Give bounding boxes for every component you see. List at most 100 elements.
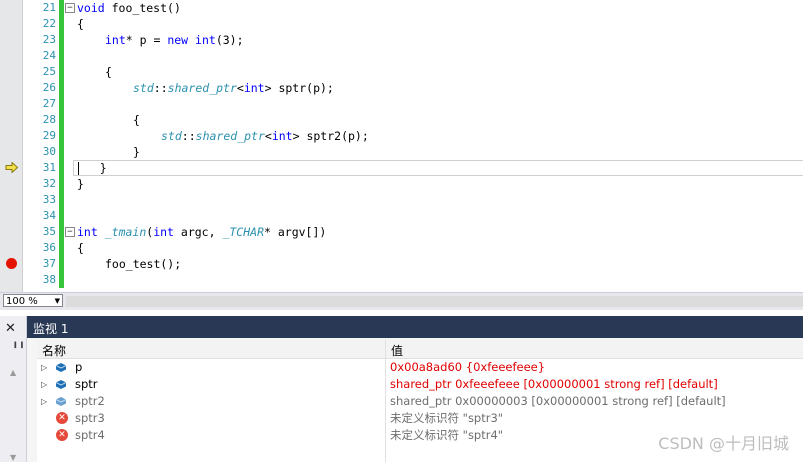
code-line[interactable]: 28 {	[23, 112, 803, 128]
change-indicator	[59, 192, 64, 208]
code-line[interactable]: 24	[23, 48, 803, 64]
chevron-down-icon: ▼	[54, 297, 60, 305]
code-token: <	[264, 129, 272, 143]
watch-row[interactable]: ▷ p 0x00a8ad60 {0xfeeefeee}	[37, 359, 803, 376]
code-token: > sptr(p);	[264, 81, 334, 95]
code-token: }	[133, 145, 140, 159]
code-text[interactable]: }	[78, 160, 107, 176]
error-icon: ✕	[56, 429, 68, 441]
line-number: 37	[42, 257, 56, 270]
code-line[interactable]: 34	[23, 208, 803, 224]
pin-icon[interactable]: ╹╹	[12, 342, 25, 355]
watch-grid-header: 名称 值	[37, 340, 803, 359]
code-text[interactable]: {	[133, 112, 140, 128]
code-text[interactable]: foo_test();	[105, 256, 181, 272]
breakpoint-icon[interactable]	[6, 258, 17, 269]
glyph-margin[interactable]	[0, 0, 23, 292]
code-token: foo_test()	[104, 1, 181, 15]
variable-icon-inactive	[56, 397, 66, 406]
collapse-icon[interactable]: −	[65, 227, 75, 237]
current-line-highlight	[73, 160, 803, 176]
code-line[interactable]: 25 {	[23, 64, 803, 80]
code-text[interactable]: }	[77, 176, 84, 192]
code-text[interactable]: {	[105, 64, 112, 80]
change-indicator	[59, 160, 64, 176]
code-text[interactable]: int* p = new int(3);	[105, 32, 244, 48]
watch-value: shared_ptr 0xfeeefeee [0x00000001 strong…	[390, 377, 718, 391]
zoom-value: 100 %	[6, 296, 38, 307]
code-token: void	[77, 1, 105, 15]
code-text[interactable]: void foo_test()	[77, 0, 181, 16]
zoom-dropdown[interactable]: 100 % ▼	[3, 294, 63, 307]
collapse-icon[interactable]: −	[65, 3, 75, 13]
code-text[interactable]: std::shared_ptr<int> sptr2(p);	[161, 128, 369, 144]
code-line[interactable]: 36 {	[23, 240, 803, 256]
change-indicator	[59, 176, 64, 192]
code-text[interactable]: {	[77, 240, 84, 256]
line-number: 22	[42, 17, 56, 30]
code-text[interactable]: int _tmain(int argc, _TCHAR* argv[])	[77, 224, 326, 240]
line-number: 32	[42, 177, 56, 190]
scroll-up-icon[interactable]: ▲	[10, 368, 16, 377]
code-line[interactable]: 30}	[23, 144, 803, 160]
watch-panel: ✕ ╹╹ ▲ ▼ 监视 1 名称 值 ▷ p 0x00a8ad60 {0xfeeef…	[0, 316, 803, 462]
line-number: 26	[42, 81, 56, 94]
code-token: int	[271, 129, 293, 143]
variable-icon	[56, 380, 66, 389]
scroll-down-icon[interactable]: ▼	[10, 453, 16, 462]
zoom-bar: 100 % ▼	[0, 292, 803, 310]
watch-name: sptr2	[75, 394, 105, 408]
watch-panel-header: 监视 1	[27, 316, 803, 338]
code-line[interactable]: 23 int* p = new int(3);	[23, 32, 803, 48]
code-line[interactable]: 32}	[23, 176, 803, 192]
line-number: 21	[42, 1, 56, 14]
watch-value: 0x00a8ad60 {0xfeeefeee}	[390, 360, 546, 374]
code-token: _TCHAR	[222, 225, 264, 239]
code-editor[interactable]: 21− void foo_test() 22{23 int* p = new int(…	[0, 0, 803, 292]
code-line[interactable]: 35− int _tmain(int argc, _TCHAR* argv[])	[23, 224, 803, 240]
column-header-name[interactable]: 名称	[42, 342, 66, 359]
expand-icon[interactable]: ▷	[41, 359, 47, 376]
code-line[interactable]: 29 std::shared_ptr<int> sptr2(p);	[23, 128, 803, 144]
code-text[interactable]: std::shared_ptr<int> sptr(p);	[133, 80, 334, 96]
code-token: int	[77, 225, 98, 239]
code-token: {	[133, 113, 140, 127]
code-token: std	[161, 129, 182, 143]
code-line[interactable]: 27	[23, 96, 803, 112]
code-token: * p =	[125, 33, 168, 47]
expand-icon[interactable]: ▷	[41, 393, 47, 410]
watch-name: sptr	[75, 377, 98, 391]
code-text[interactable]: {	[77, 16, 84, 32]
code-line[interactable]: 26 std::shared_ptr<int> sptr(p);	[23, 80, 803, 96]
line-number: 33	[42, 193, 56, 206]
change-indicator	[59, 272, 64, 288]
line-number: 34	[42, 209, 56, 222]
code-line[interactable]: 33	[23, 192, 803, 208]
code-line[interactable]: 21− void foo_test()	[23, 0, 803, 16]
watch-row[interactable]: ▷ sptr2 shared_ptr 0x00000003 [0x00000001 …	[37, 393, 803, 410]
code-token: {	[77, 241, 84, 255]
watch-row[interactable]: ▷ sptr shared_ptr 0xfeeefeee [0x00000001 s…	[37, 376, 803, 393]
code-line[interactable]: 37 foo_test();	[23, 256, 803, 272]
code-token: {	[105, 65, 112, 79]
code-token: (3);	[215, 33, 244, 47]
line-number: 30	[42, 145, 56, 158]
code-area[interactable]: 21− void foo_test() 22{23 int* p = new int(…	[23, 0, 803, 292]
close-icon[interactable]: ✕	[5, 321, 16, 336]
watch-name: p	[75, 360, 83, 374]
watch-row[interactable]: ✕ sptr3 未定义标识符 "sptr3"	[37, 410, 803, 427]
column-header-value[interactable]: 值	[391, 342, 403, 359]
line-number: 29	[42, 129, 56, 142]
line-number: 25	[42, 65, 56, 78]
horizontal-scrollbar[interactable]	[66, 296, 803, 307]
code-text[interactable]: }	[133, 144, 140, 160]
expand-icon[interactable]: ▷	[41, 376, 47, 393]
code-line[interactable]: 38	[23, 272, 803, 288]
code-token: int	[153, 225, 174, 239]
code-line[interactable]: 22 {	[23, 16, 803, 32]
code-token: > sptr2(p);	[292, 129, 369, 143]
code-token: * argv[])	[264, 225, 327, 239]
code-line[interactable]: 31 }	[23, 160, 803, 176]
code-token: std	[133, 81, 154, 95]
